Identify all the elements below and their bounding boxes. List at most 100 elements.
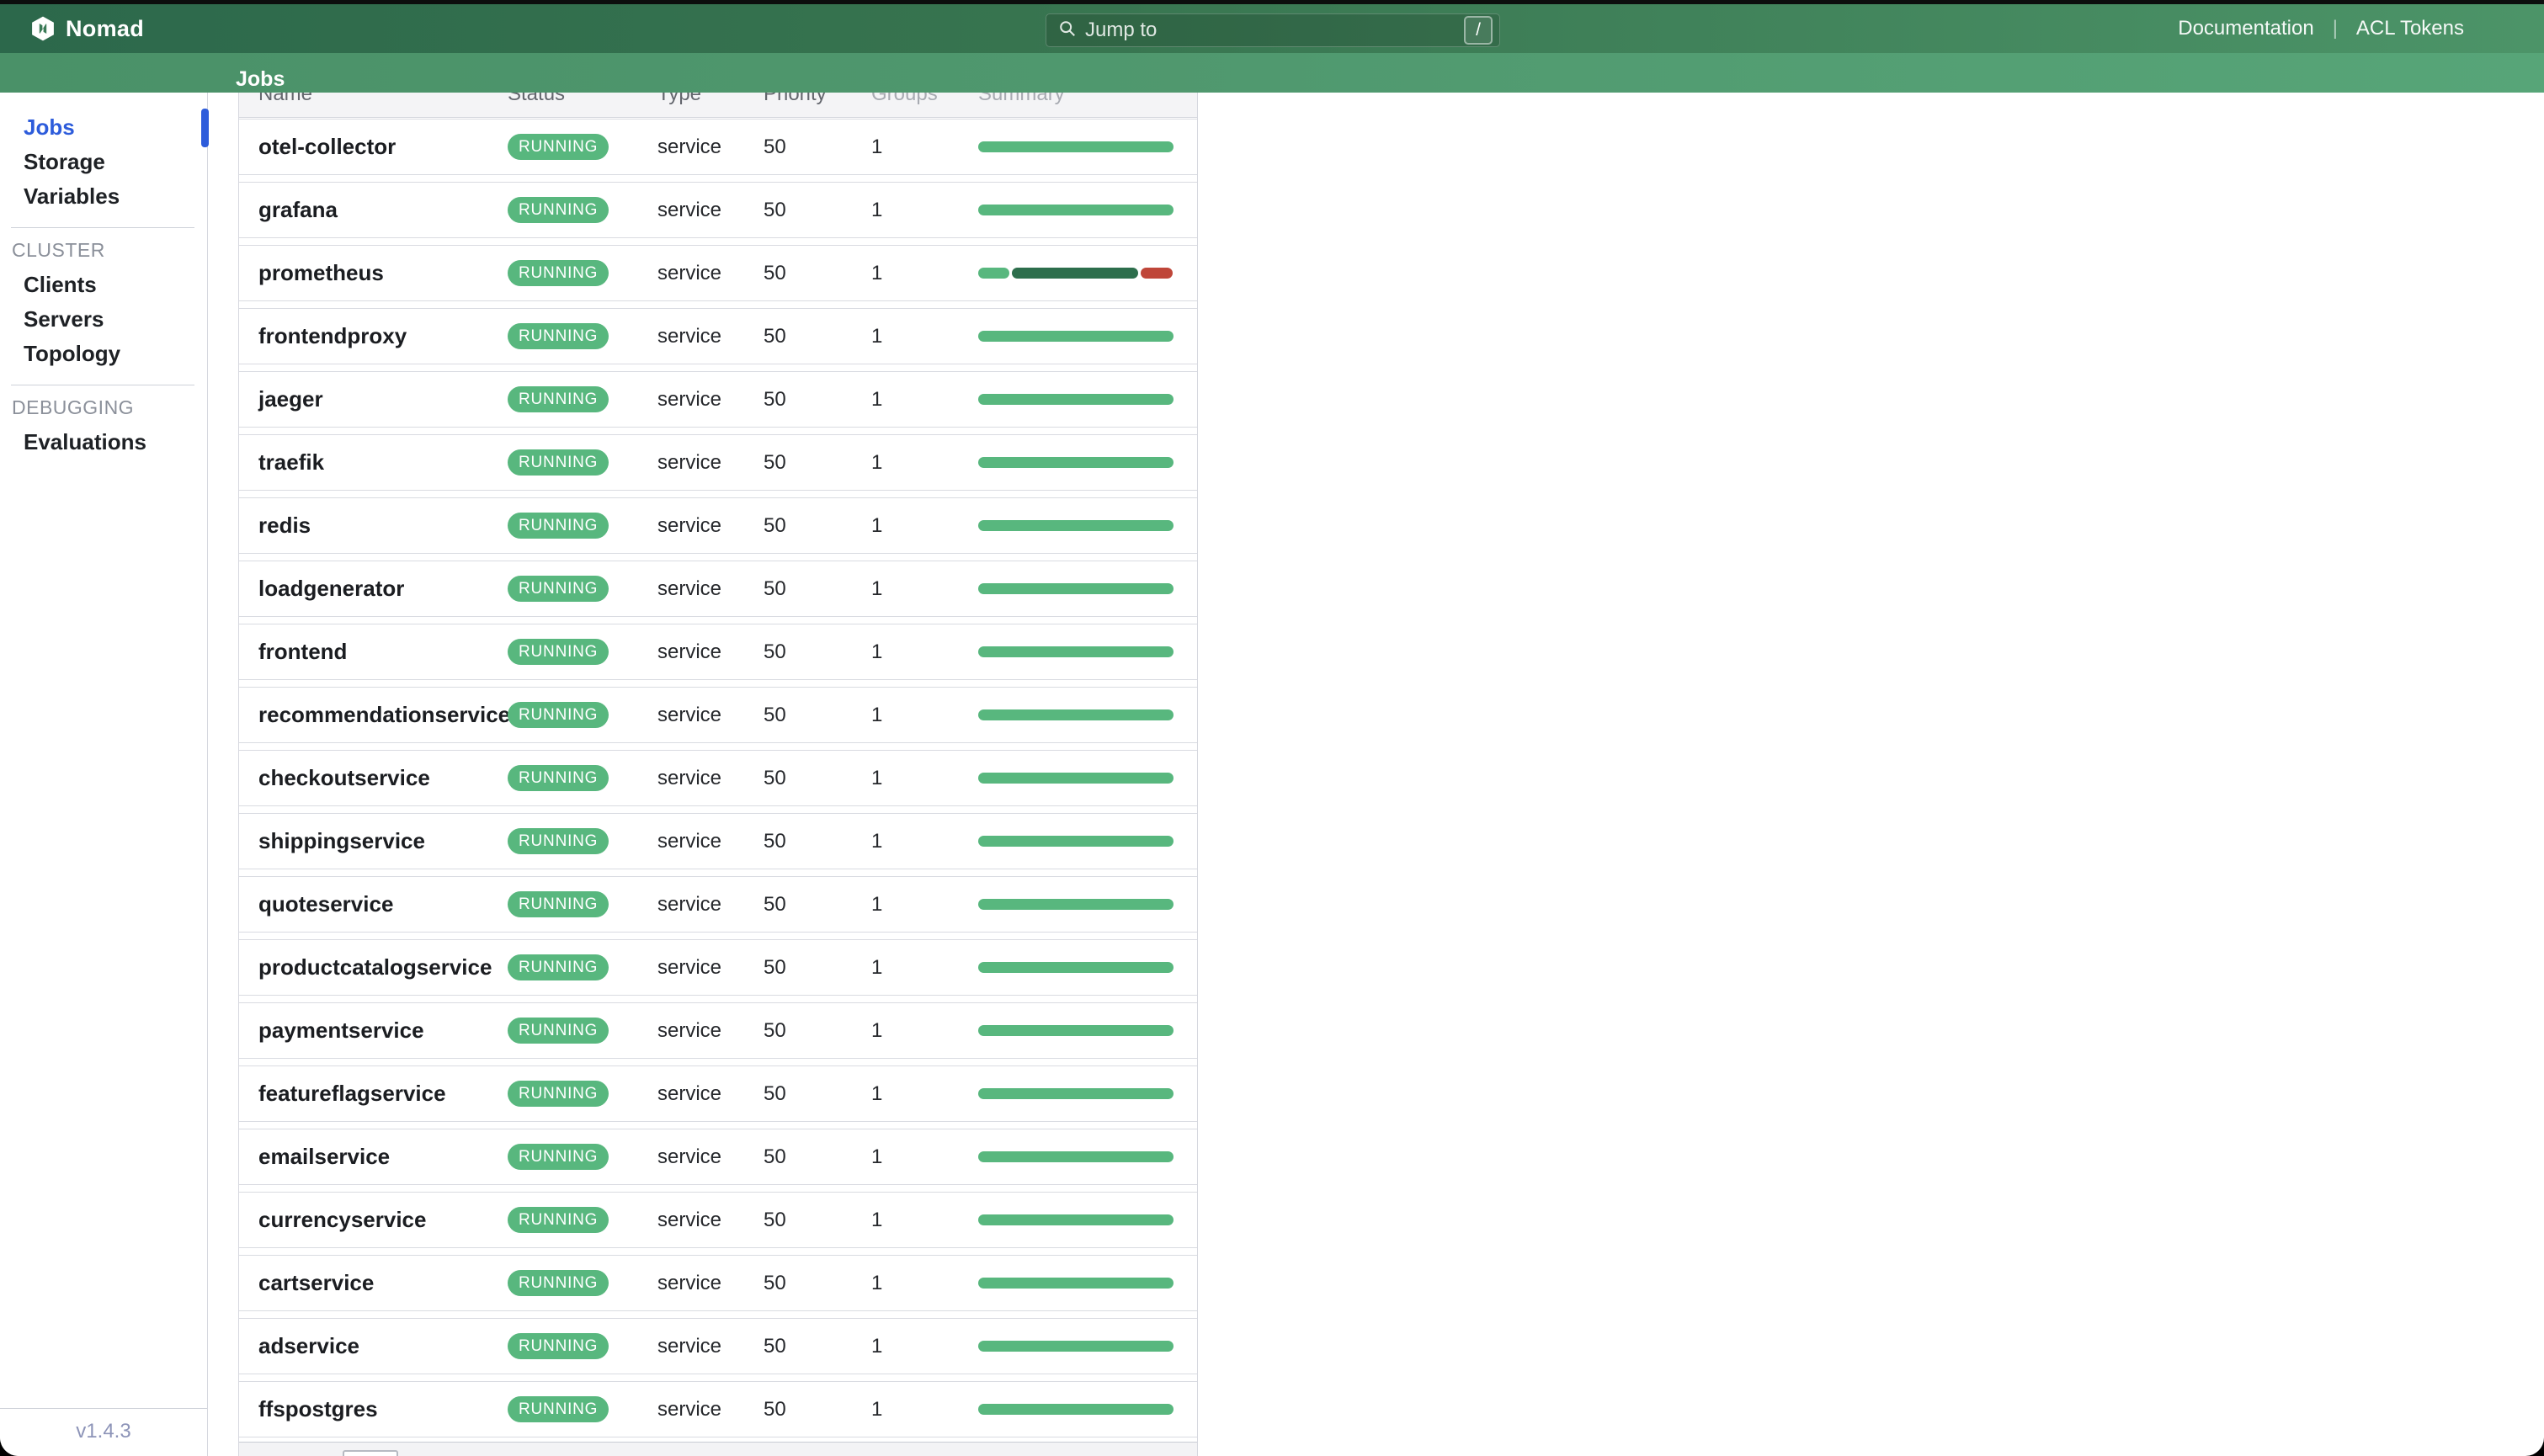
job-row[interactable]: traefik RUNNING service 50 1 [239,434,1197,491]
job-name[interactable]: checkoutservice [258,765,508,791]
job-type: service [657,577,764,601]
sidebar-item-evaluations[interactable]: Evaluations [0,425,207,460]
job-name[interactable]: ffspostgres [258,1396,508,1422]
job-row[interactable]: adservice RUNNING service 50 1 [239,1318,1197,1374]
acl-tokens-link[interactable]: ACL Tokens [2356,17,2464,40]
job-groups: 1 [871,767,978,790]
job-name[interactable]: productcatalogservice [258,954,508,980]
job-groups: 1 [871,640,978,664]
summary-segment [978,1278,1174,1289]
jobs-table-body: otel-collector RUNNING service 50 1 graf… [239,119,1197,1444]
job-groups: 1 [871,199,978,222]
job-row[interactable]: otel-collector RUNNING service 50 1 [239,119,1197,175]
job-summary-bar [978,1341,1174,1352]
job-name[interactable]: shippingservice [258,828,508,854]
job-summary-bar [978,1404,1174,1415]
job-row[interactable]: emailservice RUNNING service 50 1 [239,1129,1197,1185]
job-type: service [657,1082,764,1106]
job-type: service [657,1335,764,1358]
job-row[interactable]: loadgenerator RUNNING service 50 1 [239,561,1197,617]
job-name[interactable]: recommendationservice [258,702,508,728]
job-row[interactable]: cartservice RUNNING service 50 1 [239,1255,1197,1311]
job-priority: 50 [764,830,871,853]
summary-segment [978,457,1174,468]
job-row[interactable]: jaeger RUNNING service 50 1 [239,371,1197,428]
job-name[interactable]: grafana [258,197,508,223]
job-row[interactable]: quoteservice RUNNING service 50 1 [239,876,1197,933]
job-priority: 50 [764,640,871,664]
job-summary-bar [978,583,1174,594]
job-type: service [657,388,764,412]
nomad-logo-icon [30,16,56,41]
job-name[interactable]: cartservice [258,1270,508,1296]
job-summary-bar [978,1214,1174,1225]
job-type: service [657,451,764,475]
job-row[interactable]: frontendproxy RUNNING service 50 1 [239,308,1197,364]
job-row[interactable]: ffspostgres RUNNING service 50 1 [239,1381,1197,1437]
job-status-badge: RUNNING [508,828,609,854]
job-name[interactable]: emailservice [258,1144,508,1170]
sidebar-item-variables[interactable]: Variables [0,179,207,214]
job-summary-bar [978,1151,1174,1162]
job-groups: 1 [871,262,978,285]
job-status-badge: RUNNING [508,1018,609,1044]
job-name[interactable]: traefik [258,449,508,476]
job-summary-bar [978,773,1174,784]
documentation-link[interactable]: Documentation [2178,17,2313,40]
job-name[interactable]: jaeger [258,386,508,412]
job-name[interactable]: frontendproxy [258,323,508,349]
breadcrumb-jobs[interactable]: Jobs [236,67,285,92]
job-row[interactable]: featureflagservice RUNNING service 50 1 [239,1065,1197,1122]
job-name[interactable]: currencyservice [258,1207,508,1233]
job-row[interactable]: currencyservice RUNNING service 50 1 [239,1192,1197,1248]
job-type: service [657,262,764,285]
sidebar-item-jobs[interactable]: Jobs [0,110,207,145]
job-name[interactable]: loadgenerator [258,576,508,602]
job-groups: 1 [871,451,978,475]
job-name[interactable]: frontend [258,639,508,665]
summary-segment [978,268,1009,279]
sidebar: JobsStorageVariablesCLUSTERClientsServer… [0,93,208,1456]
job-name[interactable]: quoteservice [258,891,508,917]
sidebar-item-topology[interactable]: Topology [0,337,207,371]
job-summary-bar [978,1278,1174,1289]
job-name[interactable]: adservice [258,1333,508,1359]
app-window: Nomad Jump to / Documentation | ACL Toke… [0,0,2544,1456]
job-row[interactable]: grafana RUNNING service 50 1 [239,182,1197,238]
job-priority: 50 [764,1398,871,1421]
nomad-brand[interactable]: Nomad [30,4,144,53]
summary-segment [978,205,1174,215]
job-type: service [657,1272,764,1295]
job-name[interactable]: prometheus [258,260,508,286]
job-priority: 50 [764,1272,871,1295]
job-row[interactable]: paymentservice RUNNING service 50 1 [239,1002,1197,1059]
job-name[interactable]: redis [258,513,508,539]
job-status-badge: RUNNING [508,1144,609,1170]
job-name[interactable]: otel-collector [258,134,508,160]
job-status-badge: RUNNING [508,1270,609,1296]
job-row[interactable]: checkoutservice RUNNING service 50 1 [239,750,1197,806]
sidebar-item-servers[interactable]: Servers [0,302,207,337]
job-row[interactable]: shippingservice RUNNING service 50 1 [239,813,1197,869]
job-row[interactable]: redis RUNNING service 50 1 [239,497,1197,554]
active-item-indicator [201,109,209,147]
page-size-select[interactable] [343,1450,398,1456]
job-name[interactable]: paymentservice [258,1018,508,1044]
job-priority: 50 [764,1335,871,1358]
job-type: service [657,514,764,538]
job-row[interactable]: frontend RUNNING service 50 1 [239,624,1197,680]
job-groups: 1 [871,956,978,980]
job-status-badge: RUNNING [508,1081,609,1107]
job-row[interactable]: prometheus RUNNING service 50 1 [239,245,1197,301]
jump-to-search[interactable]: Jump to / [1046,13,1500,47]
job-row[interactable]: recommendationservice RUNNING service 50… [239,687,1197,743]
job-row[interactable]: productcatalogservice RUNNING service 50… [239,939,1197,996]
job-groups: 1 [871,830,978,853]
sidebar-item-clients[interactable]: Clients [0,268,207,302]
job-priority: 50 [764,262,871,285]
summary-segment [978,836,1174,847]
job-priority: 50 [764,514,871,538]
job-name[interactable]: featureflagservice [258,1081,508,1107]
sidebar-item-storage[interactable]: Storage [0,145,207,179]
screen-top-edge [0,0,2544,4]
